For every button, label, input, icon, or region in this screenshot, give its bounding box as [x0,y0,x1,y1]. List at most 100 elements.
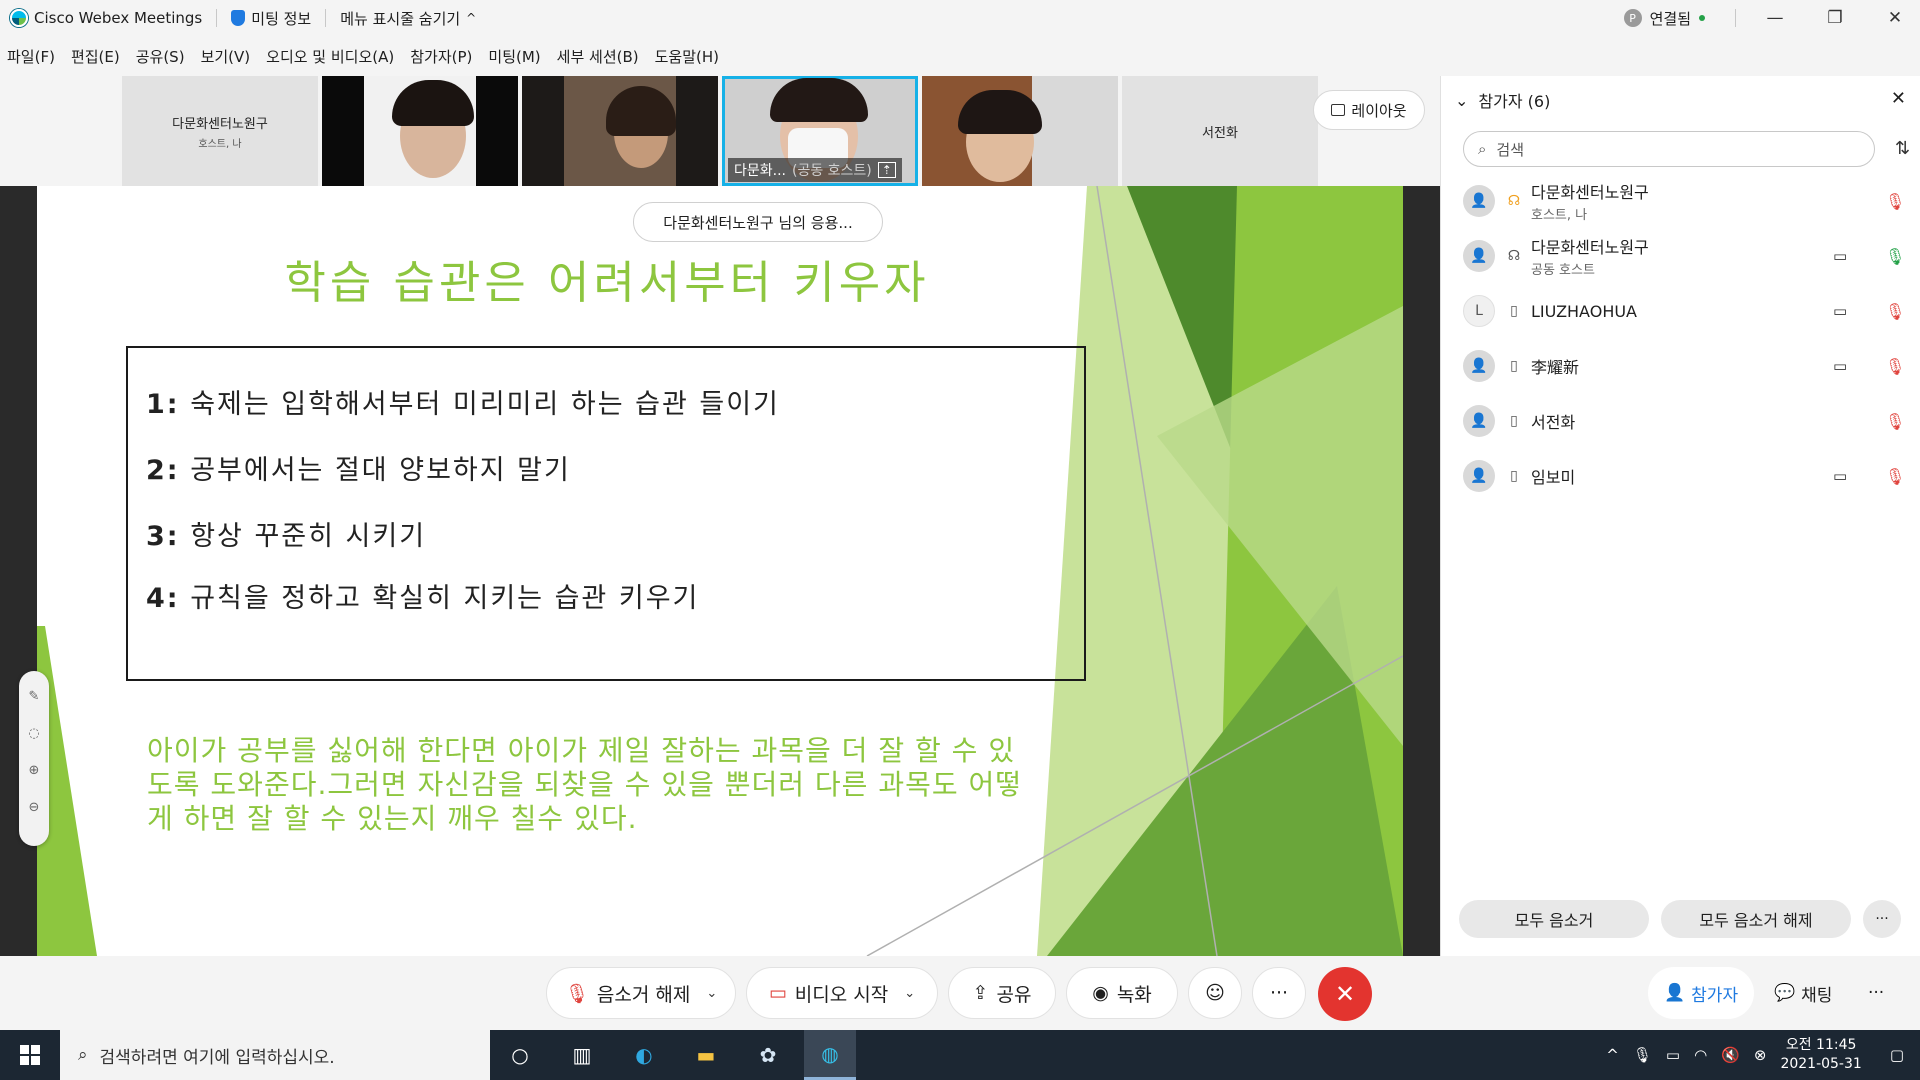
share-button[interactable]: ⇪ 공유 [948,967,1056,1019]
participant-tile[interactable]: 서전화 [1122,76,1318,186]
video-camera-icon[interactable]: ▭ [1833,247,1847,265]
zoom-in-icon[interactable]: ⊕ [29,763,40,778]
right-more-label: ··· [1868,983,1885,1003]
participant-video-tile[interactable] [922,76,1118,186]
taskbar-search[interactable]: ⌕ 검색하려면 여기에 입력하십시오. [60,1030,490,1080]
app-title: Cisco Webex Meetings [0,9,202,27]
record-icon: ◉ [1092,982,1109,1004]
battery-icon[interactable]: ▭ [1666,1046,1680,1064]
chevron-down-icon[interactable]: ⌄ [1455,91,1468,110]
cortana-icon[interactable]: ○ [494,1030,546,1080]
menu-share[interactable]: 공유(S) [136,46,185,67]
participant-row[interactable]: L ▯ LIUZHAOHUA ▭ 🎙 [1463,287,1905,335]
tile-name: 다문화... [734,163,786,179]
panel-title: 참가자 (6) [1478,92,1551,111]
participant-row[interactable]: 👤 ☊ 다문화센터노원구 호스트, 나 🎙 [1463,177,1905,225]
taskbar-search-input[interactable]: 검색하려면 여기에 입력하십시오. [100,1043,335,1068]
chevron-down-icon[interactable]: ⌄ [904,986,915,1001]
notification-icon[interactable]: ▢ [1890,1046,1904,1064]
taskbar-clock[interactable]: 오전 11:45 2021-05-31 [1780,1036,1861,1074]
chat-button[interactable]: 💬 채팅 [1774,967,1832,1019]
close-window-button[interactable]: ✕ [1876,8,1914,28]
menu-breakout[interactable]: 세부 세션(B) [557,46,639,67]
mic-muted-icon[interactable]: 🎙 [1885,192,1905,211]
menu-file[interactable]: 파일(F) [7,46,55,67]
panel-header[interactable]: ⌄ 참가자 (6) [1441,76,1920,124]
participant-video-tile[interactable] [322,76,518,186]
slide-list-item: 4: 규칙을 정하고 확실히 지키는 습관 키우기 [146,576,699,615]
minimize-button[interactable]: — [1756,8,1794,28]
sync-icon[interactable]: ⊗ [1754,1046,1767,1064]
mic-muted-icon: 🎙 [564,982,589,1005]
menu-meeting[interactable]: 미팅(M) [488,46,540,67]
restore-button[interactable]: ❐ [1816,8,1854,28]
meeting-info-label: 미팅 정보 [251,9,312,28]
participant-row[interactable]: 👤 ☊ 다문화센터노원구 공동 호스트 ▭ 🎙 [1463,232,1905,280]
menu-help[interactable]: 도움말(H) [655,46,719,67]
shared-slide: 다문화센터노원구 님의 응용... 학습 습관은 어려서부터 키우자 1: 숙제… [37,186,1403,956]
participant-row[interactable]: 👤 ▯ 서전화 🎙 [1463,397,1905,445]
end-meeting-button[interactable]: ✕ [1318,967,1372,1021]
meeting-info-button[interactable]: 미팅 정보 [231,8,311,29]
mic-live-icon[interactable]: 🎙 [1885,247,1905,266]
right-more-button[interactable]: ··· [1868,967,1884,1019]
start-video-button[interactable]: ▭ 비디오 시작 ⌄ [746,967,938,1019]
participant-row[interactable]: 👤 ▯ 李耀新 ▭ 🎙 [1463,342,1905,390]
microphone-icon[interactable]: 🎙 [1633,1046,1652,1064]
video-camera-icon[interactable]: ▭ [1833,302,1847,320]
menu-edit[interactable]: 편집(E) [71,46,120,67]
reactions-button[interactable]: ☺ [1188,967,1242,1019]
sort-icon[interactable]: ⇅ [1895,138,1910,159]
participant-video-tile[interactable] [522,76,718,186]
sharing-indicator[interactable]: 다문화센터노원구 님의 응용... [633,202,883,242]
video-camera-icon[interactable]: ▭ [1833,357,1847,375]
file-explorer-icon[interactable]: ▬ [680,1030,732,1080]
slide-paragraph: 아이가 공부를 싫어해 한다면 아이가 제일 잘하는 과목을 더 잘 할 수 있… [147,734,1107,836]
record-label: 녹화 [1116,983,1152,1006]
volume-muted-icon[interactable]: 🔇 [1721,1046,1740,1064]
pointer-icon[interactable]: ◌ [28,726,39,741]
webex-taskbar-icon[interactable]: ◍ [804,1030,856,1080]
task-view-icon[interactable]: ▥ [556,1030,608,1080]
menu-audio-video[interactable]: 오디오 및 비디오(A) [266,46,394,67]
search-input[interactable]: 검색 [1496,139,1524,160]
unmute-all-button[interactable]: 모두 음소거 해제 [1661,900,1851,938]
panel-more-button[interactable]: ··· [1863,900,1901,938]
phone-icon: ▯ [1510,303,1518,319]
chevron-up-icon[interactable]: ^ [1606,1046,1619,1064]
participant-tile-host[interactable]: 다문화센터노원구 호스트, 나 [122,76,318,186]
mute-all-button[interactable]: 모두 음소거 [1459,900,1649,938]
mic-muted-icon[interactable]: 🎙 [1885,467,1905,486]
wifi-icon[interactable]: ◠ [1694,1046,1707,1064]
zoom-out-icon[interactable]: ⊖ [29,800,40,815]
more-options-button[interactable]: ··· [1252,967,1306,1019]
smiley-icon: ☺ [1205,982,1225,1004]
hide-menu-bar-button[interactable]: 메뉴 표시줄 숨기기 ^ [340,8,476,29]
mic-muted-icon[interactable]: 🎙 [1885,302,1905,321]
item-number: 4: [146,583,180,614]
avatar: 👤 [1463,240,1495,272]
chat-bubble-icon: 💬 [1774,983,1796,1003]
participants-toggle-button[interactable]: 👤 참가자 [1648,967,1755,1019]
record-button[interactable]: ◉ 녹화 [1066,967,1178,1019]
video-camera-icon[interactable]: ▭ [1833,467,1847,485]
close-panel-icon[interactable]: ✕ [1891,88,1906,109]
participant-row[interactable]: 👤 ▯ 임보미 ▭ 🎙 [1463,452,1905,500]
participant-video-tile-active[interactable]: 다문화... (공동 호스트) ⇡ [722,76,918,186]
menu-view[interactable]: 보기(V) [201,46,251,67]
menu-participants[interactable]: 참가자(P) [410,46,472,67]
webex-logo-icon [10,9,28,27]
unmute-button[interactable]: 🎙 음소거 해제 ⌄ [546,967,736,1019]
participant-search[interactable]: ⌕ 검색 [1463,131,1875,167]
mic-muted-icon[interactable]: 🎙 [1885,357,1905,376]
participants-panel: ⌄ 참가자 (6) ✕ ⌕ 검색 ⇅ 👤 ☊ 다문화센터노원구 호스트, 나 🎙 … [1440,76,1920,956]
title-bar: Cisco Webex Meetings 미팅 정보 메뉴 표시줄 숨기기 ^ … [0,0,1920,36]
layout-button[interactable]: 레이아웃 [1313,90,1425,130]
mic-muted-icon[interactable]: 🎙 [1885,412,1905,431]
paint-app-icon[interactable]: ✿ [742,1030,794,1080]
tile-label: 다문화... (공동 호스트) ⇡ [728,158,902,182]
chevron-down-icon[interactable]: ⌄ [706,986,717,1001]
pen-icon[interactable]: ✎ [29,689,40,704]
start-button[interactable] [0,1030,60,1080]
edge-browser-icon[interactable]: ◐ [618,1030,670,1080]
